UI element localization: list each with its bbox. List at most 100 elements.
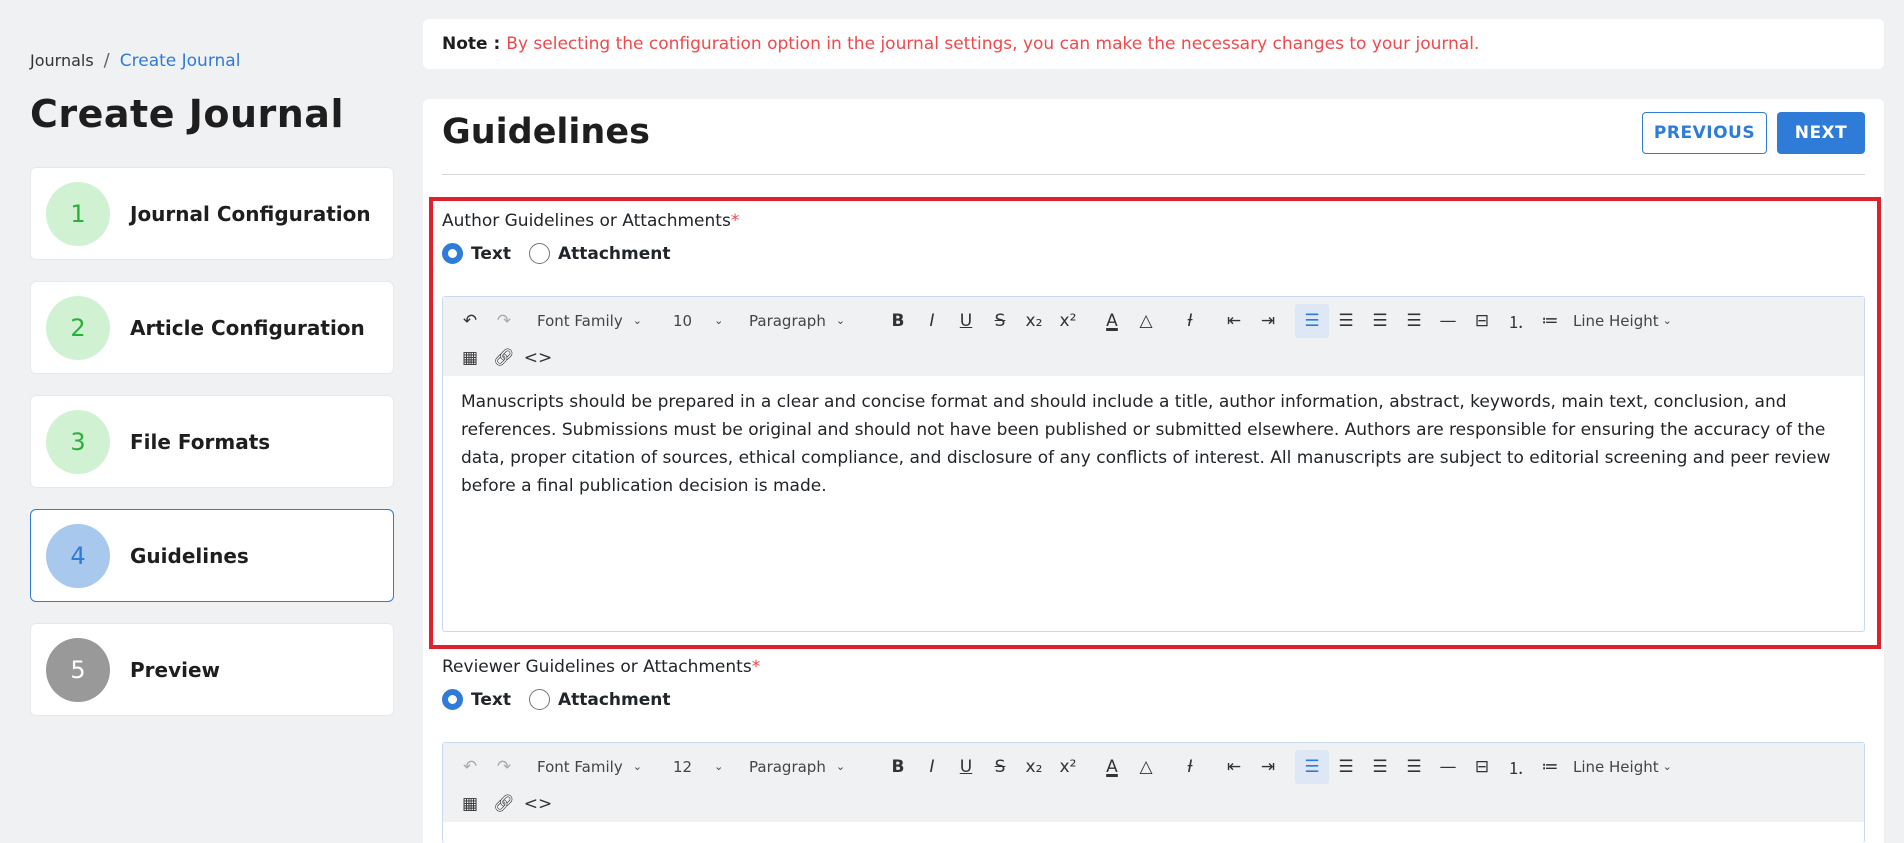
font-family-select[interactable]: Font Family ⌄	[531, 750, 667, 784]
divider	[442, 174, 1865, 175]
previous-button[interactable]: PREVIOUS	[1642, 112, 1767, 154]
table-icon[interactable]: ▦	[453, 787, 487, 821]
undo-icon[interactable]: ↶	[453, 304, 487, 338]
font-family-value: Font Family	[537, 311, 623, 330]
step-number: 5	[46, 637, 110, 702]
numbered-list-icon[interactable]: ⒈	[1499, 304, 1533, 338]
highlight-color-icon[interactable]: △	[1129, 304, 1163, 338]
underline-icon[interactable]: U	[949, 750, 983, 784]
config-note: Note : By selecting the configuration op…	[423, 19, 1884, 69]
step-article-configuration[interactable]: 2 Article Configuration	[30, 281, 394, 374]
chevron-down-icon: ⌄	[835, 314, 846, 327]
reviewer-text-option[interactable]: Text	[442, 689, 511, 710]
step-label: Article Configuration	[130, 315, 365, 340]
font-size-select[interactable]: 12 ⌄	[667, 750, 733, 784]
author-attachment-option[interactable]: Attachment	[528, 243, 671, 264]
indent-icon[interactable]: ⇥	[1251, 304, 1285, 338]
subscript-icon[interactable]: x₂	[1017, 750, 1051, 784]
author-guidelines-label: Author Guidelines or Attachments*	[442, 211, 1865, 231]
author-guidelines-content[interactable]: Manuscripts should be prepared in a clea…	[443, 376, 1864, 512]
table-icon[interactable]: ▦	[453, 341, 487, 375]
superscript-icon[interactable]: x²	[1051, 304, 1085, 338]
align-center-icon[interactable]: ☰	[1329, 304, 1363, 338]
chevron-down-icon: ⌄	[835, 760, 846, 773]
required-marker: *	[751, 657, 761, 677]
step-preview[interactable]: 5 Preview	[30, 623, 394, 716]
clear-formatting-icon[interactable]: Ɨ	[1173, 304, 1207, 338]
step-label: File Formats	[130, 429, 271, 454]
font-family-value: Font Family	[537, 757, 623, 776]
line-height-value: Line Height	[1573, 757, 1659, 776]
align-right-icon[interactable]: ☰	[1363, 750, 1397, 784]
step-file-formats[interactable]: 3 File Formats	[30, 395, 394, 488]
author-attachment-radio[interactable]	[528, 243, 550, 264]
font-size-select[interactable]: 10 ⌄	[667, 304, 733, 338]
outdent-icon[interactable]: ⇤	[1217, 304, 1251, 338]
reviewer-guidelines-label: Reviewer Guidelines or Attachments*	[442, 657, 1865, 677]
author-format-radios: Text Attachment	[442, 243, 1865, 264]
link-icon[interactable]: 🔗︎	[487, 787, 521, 821]
reviewer-guidelines-editor: ↶ ↷ Font Family ⌄ 12 ⌄ Paragraph ⌄ B I U S …	[442, 742, 1865, 843]
numbered-list-icon[interactable]: ⒈	[1499, 750, 1533, 784]
bullet-list-icon[interactable]: ≔	[1533, 750, 1567, 784]
italic-icon[interactable]: I	[915, 304, 949, 338]
chevron-down-icon: ⌄	[1662, 314, 1672, 327]
align-justify-icon[interactable]: ☰	[1397, 304, 1431, 338]
step-number: 4	[46, 523, 110, 588]
indent-icon[interactable]: ⇥	[1251, 750, 1285, 784]
reviewer-attachment-option[interactable]: Attachment	[528, 689, 671, 710]
strikethrough-icon[interactable]: S	[983, 304, 1017, 338]
step-label: Journal Configuration	[130, 201, 371, 226]
author-guidelines-section: Author Guidelines or Attachments* Text A…	[442, 211, 1865, 264]
breadcrumb-journals-link[interactable]: Journals	[30, 51, 94, 70]
chevron-down-icon: ⌄	[632, 314, 642, 327]
underline-icon[interactable]: U	[949, 304, 983, 338]
author-text-option[interactable]: Text	[442, 243, 511, 264]
redo-icon[interactable]: ↷	[487, 304, 521, 338]
outdent-icon[interactable]: ⇤	[1217, 750, 1251, 784]
block-format-select[interactable]: Paragraph ⌄	[743, 304, 871, 338]
align-justify-icon[interactable]: ☰	[1397, 750, 1431, 784]
subscript-icon[interactable]: x₂	[1017, 304, 1051, 338]
step-guidelines[interactable]: 4 Guidelines	[30, 509, 394, 602]
block-format-select[interactable]: Paragraph ⌄	[743, 750, 871, 784]
text-color-icon[interactable]: A	[1095, 304, 1129, 338]
clear-formatting-icon[interactable]: Ɨ	[1173, 750, 1207, 784]
editor-toolbar: ↶ ↷ Font Family ⌄ 12 ⌄ Paragraph ⌄ B I U S …	[443, 743, 1864, 822]
next-button[interactable]: NEXT	[1777, 112, 1865, 154]
line-height-select[interactable]: Line Height ⌄	[1567, 750, 1678, 784]
font-size-value: 12	[673, 757, 693, 776]
author-text-radio[interactable]	[442, 243, 463, 264]
blockquote-icon[interactable]: ⊟	[1465, 750, 1499, 784]
blockquote-icon[interactable]: ⊟	[1465, 304, 1499, 338]
text-color-icon[interactable]: A	[1095, 750, 1129, 784]
breadcrumb-current[interactable]: Create Journal	[120, 51, 241, 71]
bold-icon[interactable]: B	[881, 750, 915, 784]
line-height-select[interactable]: Line Height ⌄	[1567, 304, 1678, 338]
reviewer-attachment-radio[interactable]	[528, 689, 550, 710]
link-icon[interactable]: 🔗︎	[487, 341, 521, 375]
align-center-icon[interactable]: ☰	[1329, 750, 1363, 784]
align-right-icon[interactable]: ☰	[1363, 304, 1397, 338]
align-left-icon[interactable]: ☰	[1295, 749, 1329, 784]
align-left-icon[interactable]: ☰	[1295, 303, 1329, 338]
breadcrumb-separator: /	[103, 50, 110, 71]
strikethrough-icon[interactable]: S	[983, 750, 1017, 784]
horizontal-rule-icon[interactable]: —	[1431, 750, 1465, 784]
undo-icon[interactable]: ↶	[453, 750, 487, 784]
bold-icon[interactable]: B	[881, 304, 915, 338]
reviewer-text-radio[interactable]	[442, 689, 463, 710]
bullet-list-icon[interactable]: ≔	[1533, 304, 1567, 338]
block-format-value: Paragraph	[749, 311, 826, 330]
redo-icon[interactable]: ↷	[487, 750, 521, 784]
step-number: 3	[46, 409, 110, 474]
highlight-color-icon[interactable]: △	[1129, 750, 1163, 784]
horizontal-rule-icon[interactable]: —	[1431, 304, 1465, 338]
source-code-icon[interactable]: <>	[521, 787, 555, 821]
superscript-icon[interactable]: x²	[1051, 750, 1085, 784]
step-journal-configuration[interactable]: 1 Journal Configuration	[30, 167, 394, 260]
italic-icon[interactable]: I	[915, 750, 949, 784]
font-family-select[interactable]: Font Family ⌄	[531, 304, 667, 338]
breadcrumb: Journals / Create Journal	[30, 50, 240, 71]
source-code-icon[interactable]: <>	[521, 341, 555, 375]
